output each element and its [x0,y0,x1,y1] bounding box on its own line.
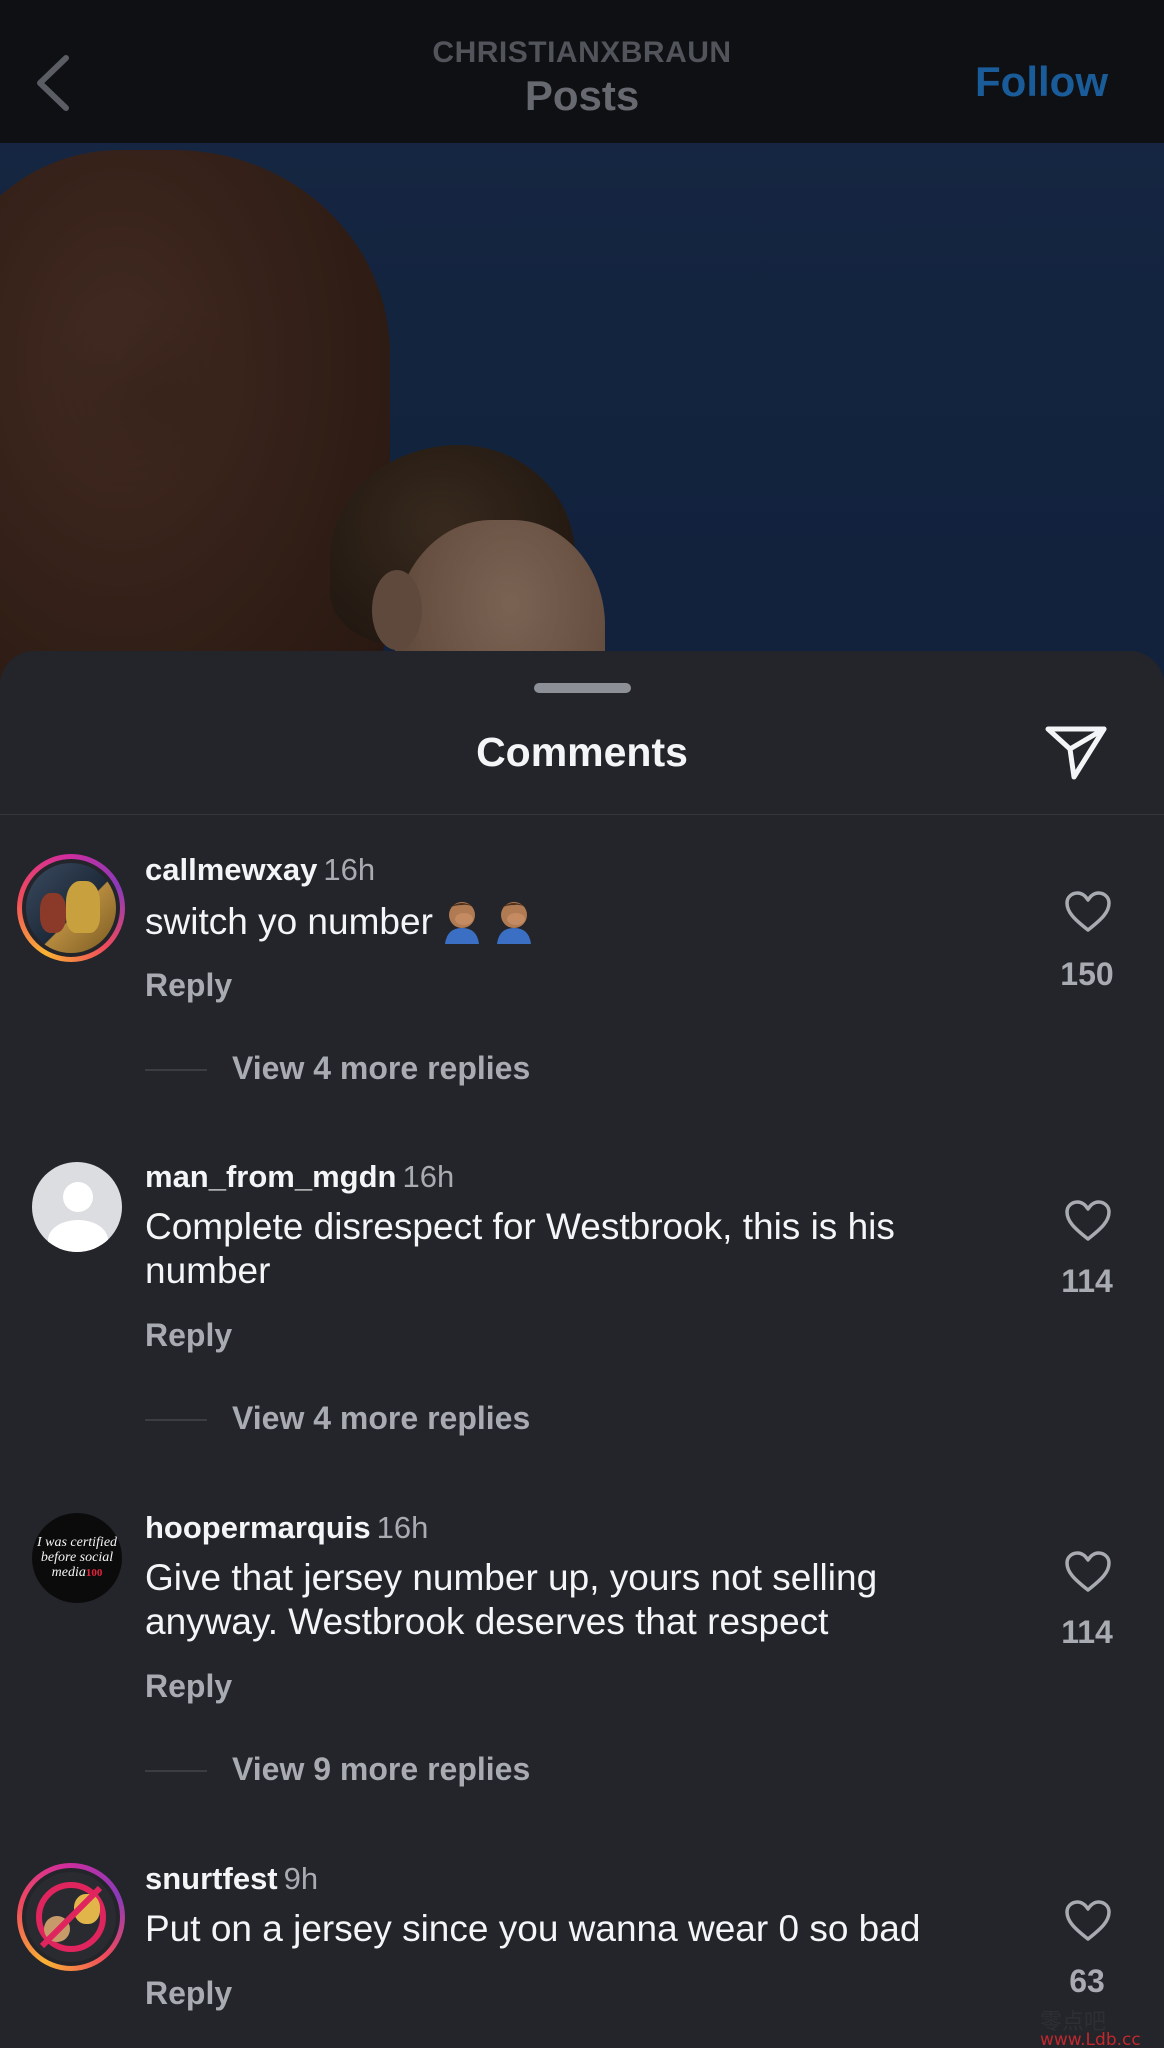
heart-outline-icon [1065,891,1111,932]
reply-button[interactable]: Reply [145,1975,232,2012]
paper-plane-icon [1045,726,1107,780]
comment-meta: man_from_mgdn 16h [145,1159,454,1195]
default-avatar-head [63,1182,93,1212]
comment-username[interactable]: man_from_mgdn [145,1159,396,1194]
avatar-caption-text: I was certified before social media [36,1535,118,1580]
comment-username[interactable]: hoopermarquis [145,1510,371,1545]
like-button[interactable] [1064,890,1112,934]
view-replies-button[interactable]: View 4 more replies [232,1050,530,1087]
heart-outline-icon [1065,1551,1111,1592]
avatar-caption: I was certified before social media100 [32,1535,122,1581]
app-screen: CHRISTIANXBRAUN Posts Follow Comments ca… [0,0,1164,2048]
comment-time: 16h [323,852,376,887]
sheet-divider [0,814,1164,815]
comment-text: Complete disrespect for Westbrook, this … [145,1206,895,1291]
like-button[interactable] [1064,1550,1112,1594]
view-replies-button[interactable]: View 9 more replies [232,1751,530,1788]
person-facepalming-emoji [444,902,479,944]
comment-meta: callmewxay 16h [145,852,375,888]
replies-connector-line [145,1419,207,1421]
avatar-image [22,1868,120,1966]
follow-button[interactable]: Follow [975,58,1108,106]
like-count: 150 [1060,956,1114,992]
like-count: 114 [1061,1263,1113,1299]
top-nav-bar: CHRISTIANXBRAUN Posts Follow [0,0,1164,143]
reply-button[interactable]: Reply [145,1317,232,1354]
avatar-image [22,859,120,957]
replies-connector-line [145,1770,207,1772]
comment-time: 9h [283,1861,319,1896]
reply-button[interactable]: Reply [145,1668,232,1705]
comment-text-body: switch yo number [145,901,433,942]
avatar[interactable] [17,1863,125,1971]
sheet-drag-handle[interactable] [534,683,631,693]
avatar-face-right [74,1894,100,1924]
reply-button[interactable]: Reply [145,967,232,1004]
person-facepalming-emoji [496,902,531,944]
comment-meta: snurtfest 9h [145,1861,318,1897]
like-count: 114 [1061,1614,1113,1650]
like-count: 63 [1069,1963,1105,1999]
replies-connector-line [145,1069,207,1071]
avatar[interactable]: I was certified before social media100 [32,1513,122,1603]
comment-text: Put on a jersey since you wanna wear 0 s… [145,1908,921,1949]
watermark-url: www.Ldb.cc [1040,2030,1141,2048]
comment-time: 16h [402,1159,455,1194]
default-avatar-body [48,1220,108,1252]
share-button[interactable] [1044,723,1108,781]
comment-meta: hoopermarquis 16h [145,1510,428,1546]
hundred-points-icon: 100 [85,1567,103,1579]
heart-outline-icon [1065,1900,1111,1941]
avatar-face-left [44,1916,70,1942]
comment-time: 16h [376,1510,429,1545]
avatar[interactable] [32,1162,122,1252]
like-button[interactable] [1064,1899,1112,1943]
avatar[interactable] [17,854,125,962]
comment-username[interactable]: snurtfest [145,1861,278,1896]
comment-text: switch yo number [145,898,985,944]
comment-text: Give that jersey number up, yours not se… [145,1557,878,1642]
comment-username[interactable]: callmewxay [145,852,317,887]
heart-outline-icon [1065,1200,1111,1241]
like-button[interactable] [1064,1199,1112,1243]
view-replies-button[interactable]: View 4 more replies [232,1400,530,1437]
sheet-title: Comments [476,729,688,775]
